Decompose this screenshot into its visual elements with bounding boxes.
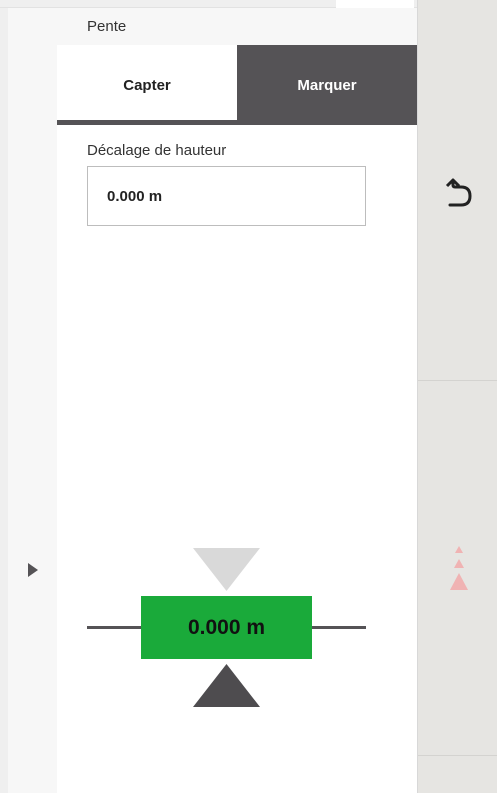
- elevation-indicator: 0.000 m: [87, 548, 366, 708]
- toolbar-divider: [418, 380, 497, 381]
- panel-title: Pente: [87, 18, 127, 35]
- mode-tabs: Capter Marquer: [57, 45, 417, 125]
- arrow-up-icon: [193, 664, 260, 707]
- tab-capter[interactable]: Capter: [57, 45, 237, 125]
- triangle-stack-icon: [450, 546, 468, 590]
- elevation-value: 0.000 m: [141, 596, 312, 659]
- indicator-line-left: [87, 626, 141, 629]
- left-rail: [0, 8, 57, 793]
- height-offset-label: Décalage de hauteur: [87, 142, 227, 159]
- tab-marquer[interactable]: Marquer: [237, 45, 417, 125]
- left-rail-edge: [0, 8, 8, 793]
- height-offset-input[interactable]: [87, 166, 366, 226]
- right-toolbar: [417, 0, 497, 793]
- panel-header: Pente: [57, 8, 417, 45]
- undo-icon: [445, 178, 472, 207]
- expand-panel-button[interactable]: [26, 562, 40, 578]
- expand-right-icon: [28, 563, 38, 577]
- top-strip-segment: [336, 0, 414, 8]
- arrow-down-icon: [193, 548, 260, 591]
- stakeout-panel: Pente Capter Marquer Décalage de hauteur…: [57, 8, 417, 793]
- undo-button[interactable]: [443, 175, 475, 213]
- indicator-line-right: [312, 626, 366, 629]
- toolbar-divider: [418, 755, 497, 756]
